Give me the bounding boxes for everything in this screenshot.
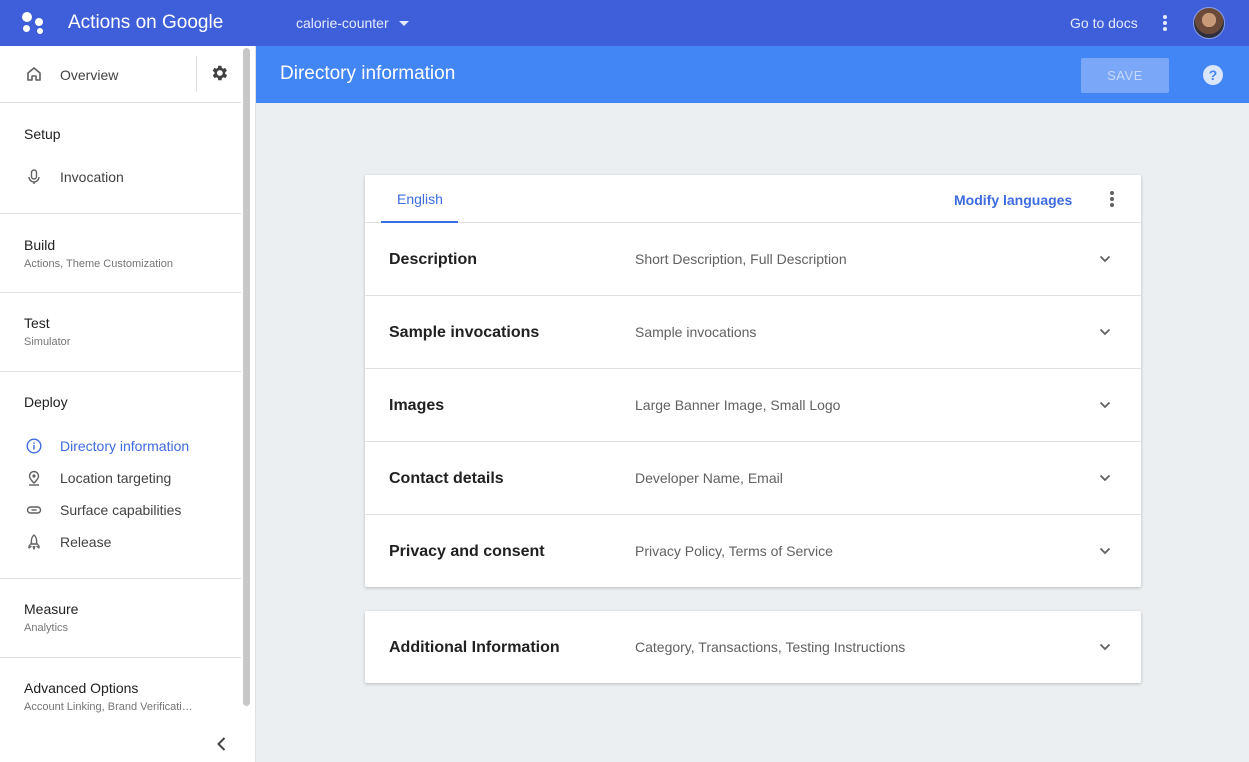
- expansion-row-images[interactable]: Images Large Banner Image, Small Logo: [365, 369, 1141, 442]
- sidebar-scrollbar[interactable]: [243, 48, 250, 706]
- row-title: Images: [389, 397, 445, 414]
- row-title: Description: [389, 251, 478, 268]
- sidebar-section-measure[interactable]: Measure Analytics: [0, 579, 241, 658]
- chevron-down-icon: [1099, 255, 1111, 263]
- sidebar: Overview Setup Invocation Build Actions,…: [0, 46, 256, 762]
- more-vert-icon[interactable]: [1110, 191, 1114, 207]
- chevron-down-icon: [1099, 401, 1111, 409]
- settings-button[interactable]: [196, 56, 241, 92]
- save-button[interactable]: SAVE: [1081, 58, 1169, 93]
- sidebar-heading-deploy[interactable]: Deploy: [24, 394, 68, 410]
- sidebar-section-deploy: Deploy Directory information Location ta…: [0, 372, 241, 579]
- top-app-bar: Actions on Google calorie-counter Go to …: [0, 0, 1249, 46]
- sidebar-item-label: Directory information: [60, 438, 190, 454]
- dropdown-caret-icon: [398, 20, 409, 26]
- tab-english[interactable]: English: [381, 175, 458, 223]
- modify-languages-button[interactable]: Modify languages: [954, 192, 1072, 208]
- gear-icon: [212, 65, 228, 81]
- sidebar-item-label: Location targeting: [60, 470, 172, 486]
- sidebar-section-test[interactable]: Test Simulator: [0, 293, 241, 372]
- sidebar-heading-measure: Measure: [24, 601, 79, 617]
- sidebar-item-surface-capabilities[interactable]: Surface capabilities: [0, 495, 241, 525]
- sidebar-subtext-build: Actions, Theme Customization: [24, 258, 173, 270]
- link-icon: [26, 506, 42, 514]
- project-name: calorie-counter: [296, 15, 389, 31]
- microphone-icon: [28, 169, 40, 184]
- sidebar-subtext-advanced-options: Account Linking, Brand Verificati…: [24, 701, 193, 713]
- row-summary: Sample invocations: [635, 324, 757, 340]
- row-summary: Category, Transactions, Testing Instruct…: [635, 639, 906, 655]
- row-summary: Developer Name, Email: [635, 470, 783, 486]
- sidebar-heading-advanced-options: Advanced Options: [24, 680, 139, 696]
- chevron-down-icon: [1099, 547, 1111, 555]
- app-title: Actions on Google: [68, 12, 224, 33]
- sidebar-section-setup: Setup Invocation: [0, 103, 241, 214]
- chevron-down-icon: [1099, 474, 1111, 482]
- more-vert-icon[interactable]: [1163, 15, 1167, 31]
- sidebar-item-invocation[interactable]: Invocation: [0, 162, 241, 192]
- tab-label: English: [397, 191, 443, 207]
- help-icon[interactable]: ?: [1203, 65, 1223, 85]
- expansion-row-contact-details[interactable]: Contact details Developer Name, Email: [365, 442, 1141, 515]
- expansion-row-sample-invocations[interactable]: Sample invocations Sample invocations: [365, 296, 1141, 369]
- sidebar-section-advanced-options[interactable]: Advanced Options Account Linking, Brand …: [0, 658, 241, 718]
- row-summary: Large Banner Image, Small Logo: [635, 397, 841, 413]
- page-title: Directory information: [280, 63, 456, 84]
- expansion-row-additional-information[interactable]: Additional Information Category, Transac…: [365, 611, 1141, 683]
- sidebar-overview-row: Overview: [0, 46, 241, 103]
- avatar[interactable]: [1193, 7, 1225, 39]
- sidebar-item-overview[interactable]: Overview: [0, 46, 196, 103]
- sidebar-section-build[interactable]: Build Actions, Theme Customization: [0, 214, 241, 293]
- info-icon: [26, 438, 42, 454]
- sidebar-heading-build: Build: [24, 237, 56, 253]
- expansion-row-description[interactable]: Description Short Description, Full Desc…: [365, 223, 1141, 296]
- sidebar-heading-setup[interactable]: Setup: [24, 126, 61, 142]
- sidebar-item-label: Overview: [60, 67, 119, 83]
- directory-info-card: English Modify languages Description Sho…: [365, 175, 1141, 587]
- home-icon: [27, 67, 41, 81]
- sidebar-item-release[interactable]: Release: [0, 527, 241, 557]
- sidebar-item-location-targeting[interactable]: Location targeting: [0, 463, 241, 493]
- additional-information-card: Additional Information Category, Transac…: [365, 611, 1141, 683]
- row-summary: Privacy Policy, Terms of Service: [635, 543, 833, 559]
- sidebar-item-label: Invocation: [60, 169, 124, 185]
- sidebar-subtext-measure: Analytics: [24, 622, 69, 634]
- go-to-docs-link[interactable]: Go to docs: [1070, 15, 1138, 31]
- chevron-left-icon[interactable]: [212, 734, 232, 754]
- row-title: Additional Information: [389, 639, 560, 656]
- chevron-down-icon: [1099, 643, 1111, 651]
- sidebar-heading-test: Test: [24, 315, 50, 331]
- chevron-down-icon: [1099, 328, 1111, 336]
- row-summary: Short Description, Full Description: [635, 251, 847, 267]
- expansion-row-privacy-and-consent[interactable]: Privacy and consent Privacy Policy, Term…: [365, 515, 1141, 588]
- google-assistant-logo-icon: [20, 10, 48, 36]
- row-title: Privacy and consent: [389, 543, 545, 560]
- language-tabs: English Modify languages: [365, 175, 1141, 223]
- row-title: Sample invocations: [389, 324, 540, 341]
- project-selector[interactable]: calorie-counter: [296, 15, 409, 31]
- sidebar-item-directory-information[interactable]: Directory information: [0, 431, 241, 461]
- sidebar-subtext-test: Simulator: [24, 336, 71, 348]
- sidebar-item-label: Surface capabilities: [60, 502, 182, 518]
- row-title: Contact details: [389, 470, 504, 487]
- page-header: Directory information SAVE ?: [256, 46, 1249, 103]
- rocket-icon: [28, 534, 40, 550]
- sidebar-item-label: Release: [60, 534, 112, 550]
- location-pin-icon: [28, 470, 40, 486]
